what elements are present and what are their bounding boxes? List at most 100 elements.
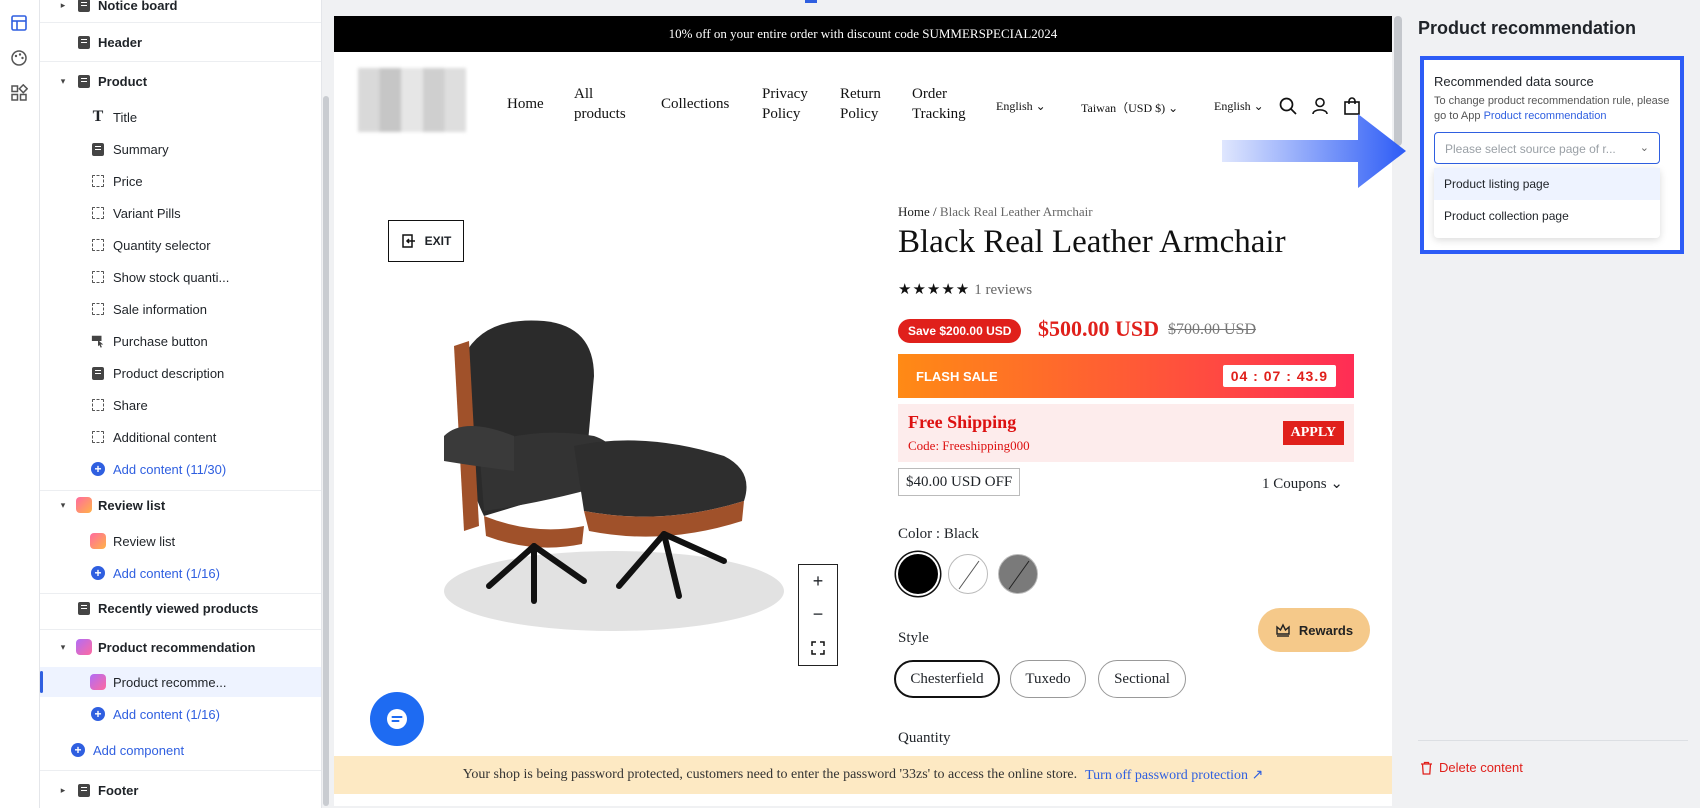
countdown-timer: 04 : 07 : 43.9	[1222, 365, 1336, 387]
caret-down-icon[interactable]: ▾	[58, 500, 68, 510]
swatch-black[interactable]	[898, 554, 938, 594]
tree-item-product-description[interactable]: Product description	[40, 358, 321, 388]
top-indicator	[805, 0, 817, 3]
chevron-down-icon: ⌄	[1035, 99, 1046, 113]
tree-item-product-recommendation-block[interactable]: Product recomme...	[40, 667, 321, 697]
tree-item-review-list[interactable]: ▾ Review list	[40, 490, 321, 520]
tree-item-share[interactable]: Share	[40, 390, 321, 420]
tree-item-footer[interactable]: ▸ Footer	[40, 775, 321, 805]
option-product-collection-page[interactable]: Product collection page	[1434, 200, 1660, 232]
color-label: Color : Black	[898, 526, 979, 542]
tree-item-sale-information[interactable]: Sale information	[40, 294, 321, 324]
section-icon	[76, 34, 92, 50]
cursor-click-icon	[90, 333, 106, 349]
tree-item-product[interactable]: ▾ Product	[40, 66, 321, 96]
plus-circle-icon: +	[90, 461, 106, 477]
add-content-review-button[interactable]: + Add content (1/16)	[40, 558, 321, 588]
zoom-in-icon[interactable]: +	[799, 565, 837, 598]
chat-button[interactable]	[370, 692, 424, 746]
editor-app: ▸ Notice board Header ▾ Product T Title …	[0, 0, 1700, 808]
tree-item-purchase-button[interactable]: Purchase button	[40, 326, 321, 356]
style-pill-chesterfield[interactable]: Chesterfield	[894, 660, 1000, 698]
nav-collections[interactable]: Collections	[661, 94, 729, 114]
tree-item-notice-board[interactable]: ▸ Notice board	[40, 0, 321, 20]
exit-button[interactable]: EXIT	[388, 220, 464, 262]
tree-item-variant-pills[interactable]: Variant Pills	[40, 198, 321, 228]
language-selector[interactable]: English ⌄	[996, 99, 1046, 114]
section-icon	[76, 0, 92, 13]
style-pill-tuxedo[interactable]: Tuxedo	[1010, 660, 1086, 698]
recommendation-app-icon	[90, 674, 106, 690]
review-app-icon	[90, 533, 106, 549]
chevron-down-icon: ⌄	[1168, 101, 1179, 115]
caret-right-icon[interactable]: ▸	[58, 0, 68, 10]
swatch-white-unavailable[interactable]	[948, 554, 988, 594]
tree-item-recently-viewed[interactable]: Recently viewed products	[40, 593, 321, 623]
swatch-grey-unavailable[interactable]	[998, 554, 1038, 594]
option-product-listing-page[interactable]: Product listing page	[1434, 168, 1660, 200]
block-icon	[90, 429, 106, 445]
tree-item-header[interactable]: Header	[40, 27, 321, 57]
panel-title: Product recommendation	[1418, 18, 1637, 38]
rating[interactable]: ★★★★★ 1 reviews	[898, 280, 1032, 299]
block-icon	[90, 397, 106, 413]
product-image[interactable]	[424, 296, 784, 656]
nav-privacy-policy[interactable]: Privacy Policy	[762, 84, 808, 124]
tree-item-show-stock[interactable]: Show stock quanti...	[40, 262, 321, 292]
section-icon	[76, 600, 92, 616]
tree-item-summary[interactable]: Summary	[40, 134, 321, 164]
free-shipping-promo: Free Shipping Code: Freeshipping000 APPL…	[898, 404, 1354, 462]
store-logo[interactable]	[358, 68, 466, 132]
data-source-select[interactable]: Please select source page of r... ⌄	[1434, 132, 1660, 164]
tree-item-review-list-block[interactable]: Review list	[40, 526, 321, 556]
apps-icon[interactable]	[8, 82, 30, 104]
plus-circle-icon: +	[90, 565, 106, 581]
breadcrumb: Home / Black Real Leather Armchair	[898, 204, 1093, 219]
add-content-product-button[interactable]: + Add content (11/30)	[40, 454, 321, 484]
tree-item-quantity-selector[interactable]: Quantity selector	[40, 230, 321, 260]
chat-icon	[387, 709, 407, 729]
sidebar-scrollbar[interactable]	[323, 96, 329, 806]
tool-rail	[0, 0, 40, 808]
divider	[40, 22, 321, 23]
fullscreen-icon[interactable]	[799, 631, 837, 664]
review-count: 1 reviews	[974, 282, 1033, 298]
nav-return-policy[interactable]: Return Policy	[840, 84, 881, 124]
exit-icon	[401, 234, 415, 248]
product-recommendation-link[interactable]: Product recommendation	[1484, 110, 1607, 122]
delete-content-button[interactable]: Delete content	[1420, 760, 1523, 775]
style-pill-sectional[interactable]: Sectional	[1098, 660, 1186, 698]
block-icon	[90, 301, 106, 317]
add-component-button[interactable]: + Add component	[40, 735, 321, 765]
apply-button[interactable]: APPLY	[1282, 421, 1344, 445]
nav-home[interactable]: Home	[507, 94, 544, 114]
tree-item-title[interactable]: T Title	[40, 102, 321, 132]
tree-item-additional-content[interactable]: Additional content	[40, 422, 321, 452]
block-icon	[90, 173, 106, 189]
nav-all-products[interactable]: All products	[574, 84, 626, 124]
rewards-button[interactable]: Rewards	[1258, 608, 1370, 652]
nav-order-tracking[interactable]: Order Tracking	[912, 84, 966, 124]
callout-arrow-icon	[1222, 114, 1406, 188]
quantity-label: Quantity	[898, 730, 951, 746]
data-source-help: To change product recommendation rule, p…	[1434, 95, 1670, 122]
announcement-bar: 10% off on your entire order with discou…	[334, 16, 1392, 52]
region-selector[interactable]: Taiwan（USD $) ⌄	[1081, 99, 1178, 116]
caret-down-icon[interactable]: ▾	[58, 642, 68, 652]
tree-item-product-recommendation[interactable]: ▾ Product recommendation	[40, 632, 321, 662]
review-app-icon	[76, 497, 92, 513]
tree-item-price[interactable]: Price	[40, 166, 321, 196]
star-icons: ★★★★★	[898, 281, 971, 298]
coupons-dropdown[interactable]: 1 Coupons ⌄	[1262, 474, 1343, 493]
description-icon	[90, 365, 106, 381]
caret-right-icon[interactable]: ▸	[58, 785, 68, 795]
palette-icon[interactable]	[8, 47, 30, 69]
flash-sale-banner: FLASH SALE 04 : 07 : 43.9	[898, 354, 1354, 398]
turn-off-password-link[interactable]: Turn off password protection ↗	[1085, 767, 1263, 784]
layout-icon[interactable]	[8, 12, 30, 34]
divider	[1418, 740, 1688, 741]
zoom-out-icon[interactable]: −	[799, 598, 837, 631]
caret-down-icon[interactable]: ▾	[58, 76, 68, 86]
add-content-recommendation-button[interactable]: + Add content (1/16)	[40, 699, 321, 729]
save-badge: Save $200.00 USD	[898, 319, 1022, 343]
